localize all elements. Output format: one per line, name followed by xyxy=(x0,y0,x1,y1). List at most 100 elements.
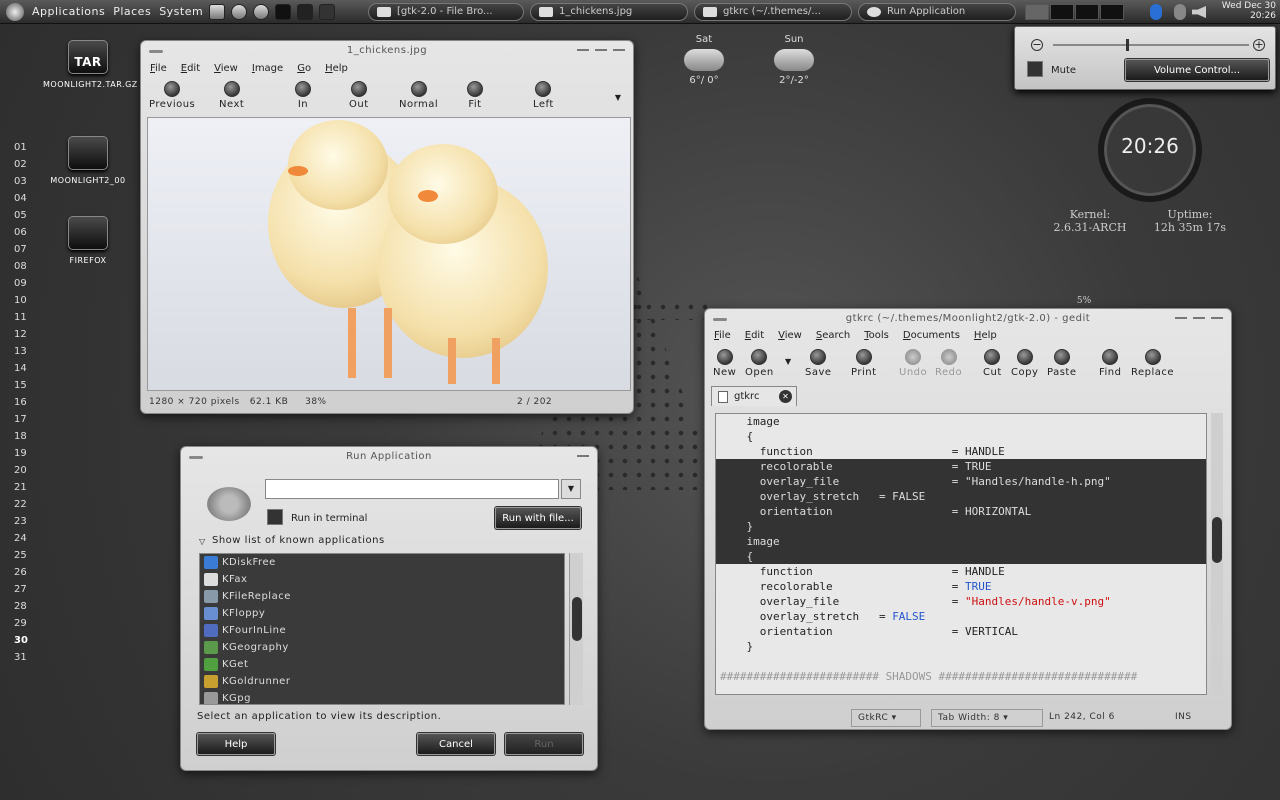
maximize-button[interactable] xyxy=(595,47,607,51)
files-launcher-icon[interactable] xyxy=(297,3,314,20)
list-item[interactable]: KGpg xyxy=(200,690,564,704)
browser-launcher-icon[interactable] xyxy=(231,3,248,20)
bluetooth-icon[interactable] xyxy=(1150,4,1162,20)
title-bar[interactable]: gtkrc (~/.themes/Moonlight2/gtk-2.0) - g… xyxy=(705,309,1231,329)
workspace-3[interactable] xyxy=(1075,4,1099,20)
history-dropdown-button[interactable]: ▼ xyxy=(561,479,581,499)
find-button[interactable]: Find xyxy=(1099,349,1122,378)
print-button[interactable]: Print xyxy=(851,349,877,378)
zoom-in-button[interactable]: In xyxy=(295,81,311,110)
menu-applications[interactable]: Applications xyxy=(32,5,105,18)
next-button[interactable]: Next xyxy=(219,81,244,110)
tab-width-selector[interactable]: Tab Width: 8 ▾ xyxy=(931,709,1043,727)
list-item[interactable]: KFileReplace xyxy=(200,588,564,605)
menu-view[interactable]: View xyxy=(214,63,238,74)
minimize-button[interactable] xyxy=(577,47,589,51)
expander-arrow-icon[interactable]: ▽ xyxy=(199,537,205,546)
close-tab-icon[interactable]: ✕ xyxy=(779,390,792,403)
list-item[interactable]: KFax xyxy=(200,571,564,588)
tab-gtkrc[interactable]: gtkrc ✕ xyxy=(711,386,797,406)
volume-down-icon[interactable]: − xyxy=(1031,39,1043,51)
list-item[interactable]: KGet xyxy=(200,656,564,673)
maximize-button[interactable] xyxy=(1193,315,1205,319)
taskbar-image-viewer[interactable]: 1_chickens.jpg xyxy=(530,3,688,21)
distro-logo-icon[interactable] xyxy=(6,2,24,21)
menu-edit[interactable]: Edit xyxy=(745,330,764,341)
run-button[interactable]: Run xyxy=(505,733,583,755)
cancel-button[interactable]: Cancel xyxy=(417,733,495,755)
volume-slider-knob[interactable] xyxy=(1125,39,1129,51)
window-menu-icon[interactable] xyxy=(189,456,203,459)
menu-go[interactable]: Go xyxy=(297,63,311,74)
terminal-launcher-icon[interactable] xyxy=(275,3,292,20)
panel-clock[interactable]: Wed Dec 30 20:26 xyxy=(1222,1,1276,21)
title-bar[interactable]: Run Application xyxy=(181,447,597,467)
help-button[interactable]: Help xyxy=(197,733,275,755)
menu-system[interactable]: System xyxy=(159,5,203,18)
zoom-normal-button[interactable]: Normal xyxy=(399,81,438,110)
previous-button[interactable]: Previous xyxy=(149,81,195,110)
rotate-left-button[interactable]: Left xyxy=(533,81,554,110)
workspace-2[interactable] xyxy=(1050,4,1074,20)
menu-image[interactable]: Image xyxy=(252,63,283,74)
mute-checkbox[interactable] xyxy=(1027,61,1043,77)
desktop-icon-firefox[interactable]: FIREFOX xyxy=(43,216,133,265)
close-button[interactable] xyxy=(1211,315,1223,319)
list-item[interactable]: KFourInLine xyxy=(200,622,564,639)
workspace-1[interactable] xyxy=(1025,4,1049,20)
list-item[interactable]: KGoldrunner xyxy=(200,673,564,690)
window-menu-icon[interactable] xyxy=(149,50,163,53)
zoom-out-button[interactable]: Out xyxy=(349,81,369,110)
replace-button[interactable]: Replace xyxy=(1131,349,1174,378)
new-button[interactable]: New xyxy=(713,349,736,378)
list-item[interactable]: KFloppy xyxy=(200,605,564,622)
editor-scrollbar[interactable] xyxy=(1211,413,1223,695)
desktop-icon-tar[interactable]: TAR MOONLIGHT2.TAR.GZ xyxy=(43,40,137,89)
cut-button[interactable]: Cut xyxy=(983,349,1002,378)
menu-search[interactable]: Search xyxy=(816,330,850,341)
scrollbar-thumb[interactable] xyxy=(572,597,582,641)
window-menu-icon[interactable] xyxy=(713,318,727,321)
show-list-expander[interactable]: Show list of known applications xyxy=(212,535,385,546)
bluetooth-secondary-icon[interactable] xyxy=(1174,4,1186,20)
redo-button[interactable]: Redo xyxy=(935,349,962,378)
menu-tools[interactable]: Tools xyxy=(864,330,889,341)
title-bar[interactable]: 1_chickens.jpg xyxy=(141,41,633,61)
menu-file[interactable]: File xyxy=(150,63,167,74)
list-scrollbar[interactable] xyxy=(569,553,583,705)
menu-file[interactable]: File xyxy=(714,330,731,341)
taskbar-gedit[interactable]: gtkrc (~/.themes/... xyxy=(694,3,852,21)
run-with-file-button[interactable]: Run with file... xyxy=(495,507,581,529)
application-list[interactable]: KDiskFree KFax KFileReplace KFloppy KFourInL… xyxy=(199,553,565,705)
zoom-fit-button[interactable]: Fit xyxy=(467,81,483,110)
paste-button[interactable]: Paste xyxy=(1047,349,1077,378)
language-selector[interactable]: GtkRC ▾ xyxy=(851,709,921,727)
menu-places[interactable]: Places xyxy=(113,5,151,18)
text-editor[interactable]: image { function = HANDLE recolorable = … xyxy=(715,413,1207,695)
menu-help[interactable]: Help xyxy=(974,330,997,341)
menu-help[interactable]: Help xyxy=(325,63,348,74)
list-item[interactable]: KGeography xyxy=(200,639,564,656)
volume-up-icon[interactable]: + xyxy=(1253,39,1265,51)
scrollbar-thumb[interactable] xyxy=(1212,517,1222,563)
run-in-terminal-checkbox[interactable] xyxy=(267,509,283,525)
close-button[interactable] xyxy=(613,47,625,51)
open-recent-dropdown[interactable]: ▼ xyxy=(785,357,791,366)
menu-edit[interactable]: Edit xyxy=(181,63,200,74)
volume-control-button[interactable]: Volume Control... xyxy=(1125,59,1269,81)
settings-launcher-icon[interactable] xyxy=(253,3,270,20)
menu-view[interactable]: View xyxy=(778,330,802,341)
save-button[interactable]: Save xyxy=(805,349,832,378)
toolbar-overflow-icon[interactable]: ▼ xyxy=(615,93,621,102)
list-item[interactable]: KDiskFree xyxy=(200,554,564,571)
desktop-icon-folder[interactable]: MOONLIGHT2_00 xyxy=(43,136,133,185)
volume-slider[interactable] xyxy=(1053,39,1249,51)
workspace-4[interactable] xyxy=(1100,4,1124,20)
command-input[interactable] xyxy=(265,479,559,499)
screenshot-launcher-icon[interactable] xyxy=(209,3,226,20)
close-button[interactable] xyxy=(577,453,589,457)
open-button[interactable]: Open xyxy=(745,349,774,378)
minimize-button[interactable] xyxy=(1175,315,1187,319)
rocket-launcher-icon[interactable] xyxy=(319,3,336,20)
copy-button[interactable]: Copy xyxy=(1011,349,1038,378)
